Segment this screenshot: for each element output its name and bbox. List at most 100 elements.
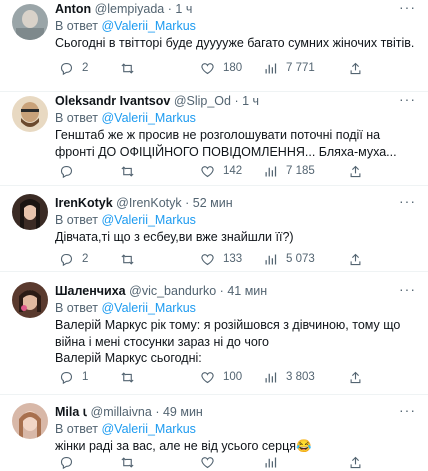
views-count: 7 771 — [286, 62, 315, 74]
tweet[interactable]: Oleksandr Ivantsov @Slip_Od · 1 ч ··· В … — [0, 92, 428, 186]
share-icon — [350, 253, 361, 265]
separator-dot: · — [167, 2, 172, 16]
like-count: 180 — [223, 62, 243, 74]
views-icon — [265, 63, 277, 73]
share-icon — [350, 456, 361, 468]
tweet-time[interactable]: 49 мин — [163, 405, 203, 419]
more-options-icon[interactable]: ··· — [399, 282, 416, 296]
tweet[interactable]: Anton @lempiyada · 1 ч ··· В ответ @Vale… — [0, 0, 428, 92]
share-icon — [350, 62, 361, 74]
reply-icon — [60, 456, 73, 469]
separator-dot: · — [234, 94, 239, 108]
like-button[interactable]: 180 — [200, 59, 242, 77]
more-options-icon[interactable]: ··· — [399, 403, 416, 417]
more-options-icon[interactable]: ··· — [399, 194, 416, 208]
author-handle[interactable]: @millaivna — [91, 405, 152, 419]
like-button[interactable] — [200, 453, 223, 471]
author-name[interactable]: Oleksandr Ivantsov — [55, 94, 170, 108]
reply-to-link[interactable]: @Valerii_Markus — [101, 213, 195, 227]
tweet-header: Mila ꙇ @millaivna · 49 мин ··· — [55, 403, 416, 421]
views-count: 7 185 — [286, 165, 315, 177]
tweet-header: Oleksandr Ivantsov @Slip_Od · 1 ч ··· — [55, 92, 416, 110]
like-button[interactable]: 100 — [200, 368, 242, 386]
tweet[interactable]: IrenKotyk @IrenKotyk · 52 мин ··· В отве… — [0, 186, 428, 272]
reply-count: 2 — [82, 62, 89, 74]
author-name[interactable]: Mila ꙇ — [55, 405, 87, 419]
tweet-time[interactable]: 1 ч — [242, 94, 259, 108]
retweet-button[interactable] — [120, 368, 143, 386]
retweet-icon — [121, 456, 134, 468]
tweet[interactable]: Шаленчиха @vic_bandurko · 41 мин ··· В о… — [0, 272, 428, 395]
views-icon — [265, 254, 277, 264]
author-name[interactable]: Anton — [55, 2, 91, 16]
author-name[interactable]: IrenKotyk — [55, 196, 113, 210]
avatar[interactable] — [12, 96, 48, 132]
more-options-icon[interactable]: ··· — [399, 92, 416, 106]
author-handle[interactable]: @lempiyada — [95, 2, 165, 16]
reply-prefix: В ответ — [55, 111, 98, 125]
like-button[interactable]: 142 — [200, 162, 242, 180]
avatar[interactable] — [12, 4, 48, 40]
author-handle[interactable]: @vic_bandurko — [129, 284, 216, 298]
reply-button[interactable]: 2 — [59, 250, 88, 268]
avatar[interactable] — [12, 194, 48, 230]
separator-dot: · — [155, 405, 160, 419]
reply-button[interactable] — [59, 162, 82, 180]
views-button[interactable]: 5 073 — [263, 250, 315, 268]
views-icon — [265, 372, 277, 382]
reply-button[interactable]: 1 — [59, 368, 88, 386]
reply-to-link[interactable]: @Valerii_Markus — [101, 19, 195, 33]
reply-count: 1 — [82, 371, 89, 383]
retweet-button[interactable] — [120, 250, 143, 268]
retweet-button[interactable] — [120, 453, 143, 471]
share-icon — [350, 371, 361, 383]
heart-icon — [201, 253, 214, 265]
tweet-text: Генштаб же ж просив не розголошувати пот… — [55, 128, 397, 159]
tweet-actions — [55, 453, 385, 471]
tweet-time[interactable]: 52 мин — [193, 196, 233, 210]
retweet-button[interactable] — [120, 162, 143, 180]
tweet-header: Шаленчиха @vic_bandurko · 41 мин ··· — [55, 282, 416, 300]
like-count: 142 — [223, 165, 243, 177]
like-button[interactable]: 133 — [200, 250, 242, 268]
tweet-text: Валерій Маркус рік тому: я розійшовся з … — [55, 318, 401, 365]
author-name[interactable]: Шаленчиха — [55, 284, 126, 298]
avatar[interactable] — [12, 282, 48, 318]
reply-to-link[interactable]: @Valerii_Markus — [101, 111, 195, 125]
retweet-icon — [121, 165, 134, 177]
reply-prefix: В ответ — [55, 422, 98, 436]
reply-to-link[interactable]: @Valerii_Markus — [101, 301, 195, 315]
share-button[interactable] — [348, 368, 363, 386]
separator-dot: · — [219, 284, 224, 298]
share-button[interactable] — [348, 162, 363, 180]
author-handle[interactable]: @IrenKotyk — [116, 196, 182, 210]
tweet[interactable]: Mila ꙇ @millaivna · 49 мин ··· В ответ @… — [0, 395, 428, 469]
reply-context: В ответ @Valerii_Markus — [55, 18, 416, 35]
share-button[interactable] — [348, 59, 363, 77]
views-button[interactable]: 7 185 — [263, 162, 315, 180]
tweet-time[interactable]: 1 ч — [175, 2, 192, 16]
reply-prefix: В ответ — [55, 19, 98, 33]
share-icon — [350, 165, 361, 177]
tweet-text: Сьогодні в твітторі буде дууууже багато … — [55, 36, 415, 50]
reply-button[interactable] — [59, 453, 82, 471]
views-button[interactable]: 3 803 — [263, 368, 315, 386]
like-count: 133 — [223, 253, 243, 265]
reply-button[interactable]: 2 — [59, 59, 88, 77]
author-handle[interactable]: @Slip_Od — [174, 94, 231, 108]
retweet-icon — [121, 253, 134, 265]
tweet-time[interactable]: 41 мин — [227, 284, 267, 298]
heart-icon — [201, 62, 214, 74]
reply-icon — [60, 371, 73, 384]
tweet-actions: 142 7 185 — [55, 162, 385, 180]
views-button[interactable]: 7 771 — [263, 59, 315, 77]
retweet-button[interactable] — [120, 59, 143, 77]
share-button[interactable] — [348, 453, 363, 471]
share-button[interactable] — [348, 250, 363, 268]
heart-icon — [201, 371, 214, 383]
reply-to-link[interactable]: @Valerii_Markus — [101, 422, 195, 436]
avatar[interactable] — [12, 403, 48, 439]
reply-context: В ответ @Valerii_Markus — [55, 300, 416, 317]
more-options-icon[interactable]: ··· — [399, 0, 416, 14]
views-button[interactable] — [263, 453, 286, 471]
